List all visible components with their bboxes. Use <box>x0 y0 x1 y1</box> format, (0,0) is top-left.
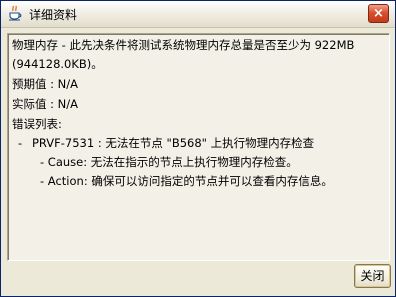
error-list: - PRVF-7531 : 无法在节点 "B568" 上执行物理内存检查 - Ca… <box>12 135 385 190</box>
close-button[interactable]: 关闭 <box>354 264 391 288</box>
details-text-area[interactable]: 物理内存 - 此先决条件将测试系统物理内存总量是否至少为 922MB (9441… <box>7 33 390 261</box>
description-line-2: (944128.0KB)。 <box>12 57 103 71</box>
description-line-1: 物理内存 - 此先决条件将测试系统物理内存总量是否至少为 922MB <box>12 38 355 52</box>
actual-value: 实际值 : N/A <box>12 97 79 111</box>
error-summary: PRVF-7531 : 无法在节点 "B568" 上执行物理内存检查 <box>32 136 315 150</box>
error-list-label: 错误列表: <box>12 117 62 131</box>
expected-value: 预期值 : N/A <box>12 77 79 91</box>
error-item: - PRVF-7531 : 无法在节点 "B568" 上执行物理内存检查 <box>12 135 385 152</box>
error-dash: - <box>18 136 23 150</box>
java-coffee-cup-icon <box>7 5 23 21</box>
error-cause: - Cause: 无法在指示的节点上执行物理内存检查。 <box>40 155 298 169</box>
details-dialog: 详细资料 × 物理内存 - 此先决条件将测试系统物理内存总量是否至少为 922M… <box>0 0 396 297</box>
title-bar[interactable]: 详细资料 × <box>1 1 395 28</box>
window-title: 详细资料 <box>29 8 78 22</box>
window-close-icon[interactable]: × <box>368 4 389 23</box>
error-action: - Action: 确保可以访问指定的节点并可以查看内存信息。 <box>40 174 333 188</box>
